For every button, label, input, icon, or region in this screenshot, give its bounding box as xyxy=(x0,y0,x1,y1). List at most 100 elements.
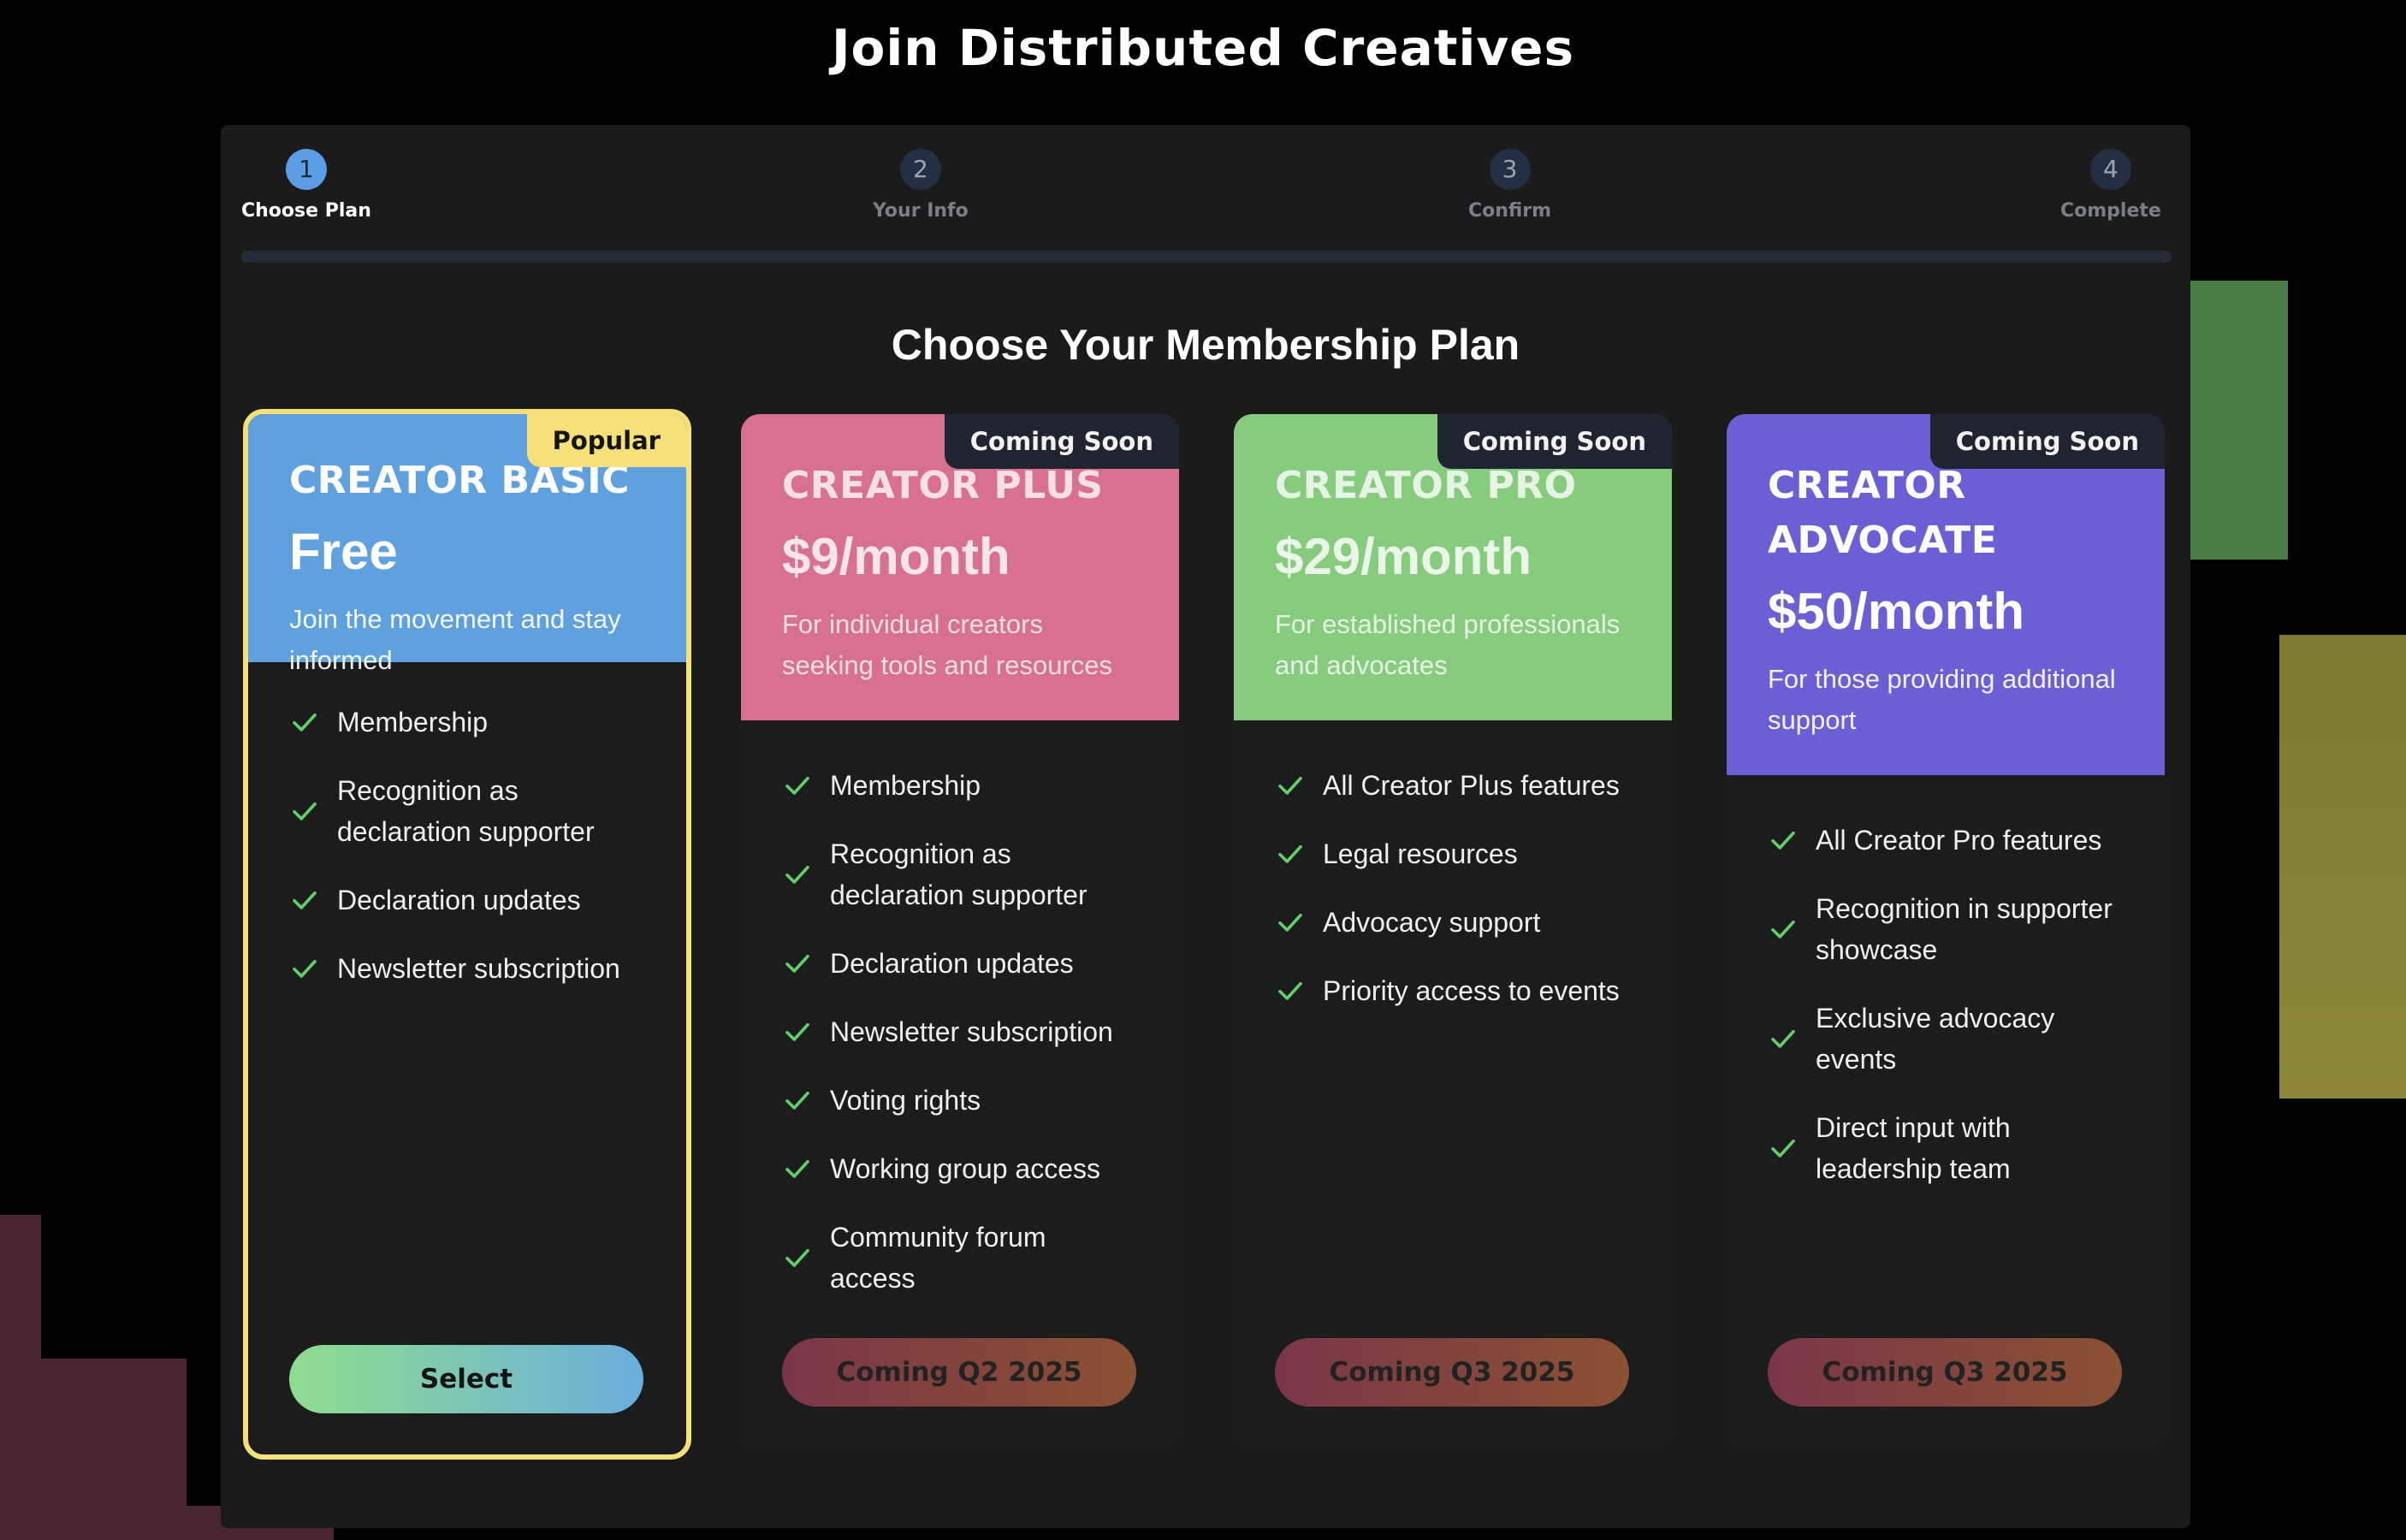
check-icon xyxy=(785,1248,809,1267)
feature-item: Recognition in supporter showcase xyxy=(1768,888,2124,970)
feature-item: Declaration updates xyxy=(289,880,645,921)
feature-item: Membership xyxy=(782,765,1138,806)
plan-price: $29/month xyxy=(1275,528,1532,585)
feature-item: Community forum access xyxy=(782,1217,1138,1299)
plan-description: For established professionals and advoca… xyxy=(1275,609,1621,680)
feature-text: Membership xyxy=(830,770,981,801)
feature-text: Membership xyxy=(337,707,489,737)
feature-text: Voting rights xyxy=(830,1085,981,1116)
signup-page: Join Distributed Creatives 1 Choose Plan… xyxy=(0,0,2406,1540)
check-icon xyxy=(1278,981,1302,1000)
step-number: 2 xyxy=(899,149,941,190)
feature-item: Newsletter subscription xyxy=(782,1011,1138,1052)
check-icon xyxy=(293,891,317,909)
check-icon xyxy=(1771,831,1795,850)
feature-item: Legal resources xyxy=(1275,833,1631,874)
feature-list: Membership Recognition as declaration sup… xyxy=(741,720,1179,1299)
plan-description: For those providing additional support xyxy=(1768,664,2116,735)
popular-badge: Popular xyxy=(526,414,686,467)
coming-soon-button: Coming Q2 2025 xyxy=(782,1338,1136,1407)
plan-card-creator-pro: Coming Soon CREATOR PRO $29/month For es… xyxy=(1234,414,1672,1448)
progress-track xyxy=(241,251,2172,263)
plan-card-header: Coming Soon CREATOR PRO $29/month For es… xyxy=(1234,414,1672,720)
feature-item: Direct input with leadership team xyxy=(1768,1107,2124,1189)
feature-text: Newsletter subscription xyxy=(830,1016,1113,1047)
feature-text: Recognition as declaration supporter xyxy=(337,775,595,847)
plan-card-creator-basic[interactable]: Popular CREATOR BASIC Free Join the move… xyxy=(243,409,691,1460)
check-icon xyxy=(293,959,317,978)
step-label: Choose Plan xyxy=(241,200,371,222)
feature-text: Advocacy support xyxy=(1323,907,1541,938)
check-icon xyxy=(785,1091,809,1110)
check-icon xyxy=(1771,1029,1795,1048)
stepper: 1 Choose Plan 2 Your Info 3 Confirm 4 Co… xyxy=(241,149,2172,252)
select-button[interactable]: Select xyxy=(289,1345,643,1413)
check-icon xyxy=(1771,920,1795,939)
feature-item: Membership xyxy=(289,702,645,743)
feature-item: Working group access xyxy=(782,1148,1138,1189)
feature-text: Community forum access xyxy=(830,1222,1046,1294)
decorative-block xyxy=(2279,635,2406,1099)
plan-price: $9/month xyxy=(782,528,1010,585)
check-icon xyxy=(785,776,809,795)
step-number: 1 xyxy=(285,149,327,190)
check-icon xyxy=(1278,913,1302,932)
feature-text: Newsletter subscription xyxy=(337,953,620,984)
feature-text: Declaration updates xyxy=(830,948,1074,979)
step-label: Your Info xyxy=(873,200,969,222)
coming-soon-badge: Coming Soon xyxy=(1437,414,1672,469)
plan-price: Free xyxy=(289,523,398,580)
coming-soon-badge: Coming Soon xyxy=(944,414,1179,469)
plan-card-header: Coming Soon CREATOR PLUS $9/month For in… xyxy=(741,414,1179,720)
page-title: Join Distributed Creatives xyxy=(831,19,1575,77)
feature-item: Declaration updates xyxy=(782,943,1138,984)
feature-text: All Creator Pro features xyxy=(1816,825,2102,856)
feature-text: Recognition as declaration supporter xyxy=(830,838,1087,910)
step-confirm[interactable]: 3 Confirm xyxy=(1468,149,1551,222)
feature-text: All Creator Plus features xyxy=(1323,770,1620,801)
feature-item: Recognition as declaration supporter xyxy=(289,770,645,852)
step-your-info[interactable]: 2 Your Info xyxy=(873,149,969,222)
plan-card-header: Popular CREATOR BASIC Free Join the move… xyxy=(248,414,686,675)
check-icon xyxy=(1278,844,1302,863)
plan-card-creator-advocate: Coming Soon CREATOR ADVOCATE $50/month F… xyxy=(1727,414,2165,1448)
step-number: 4 xyxy=(2089,149,2131,190)
signup-panel: 1 Choose Plan 2 Your Info 3 Confirm 4 Co… xyxy=(221,125,2190,1528)
feature-item: Exclusive advocacy events xyxy=(1768,998,2124,1080)
feature-item: Voting rights xyxy=(782,1080,1138,1121)
feature-text: Recognition in supporter showcase xyxy=(1816,893,2113,965)
check-icon xyxy=(293,802,317,820)
step-label: Complete xyxy=(2060,200,2161,222)
step-label: Confirm xyxy=(1468,200,1552,222)
feature-text: Declaration updates xyxy=(337,885,581,915)
feature-text: Legal resources xyxy=(1323,838,1518,869)
feature-item: All Creator Plus features xyxy=(1275,765,1631,806)
step-complete[interactable]: 4 Complete xyxy=(2060,149,2161,222)
step-choose-plan[interactable]: 1 Choose Plan xyxy=(241,149,371,222)
check-icon xyxy=(1771,1139,1795,1158)
feature-list: All Creator Pro features Recognition in s… xyxy=(1727,775,2165,1189)
plan-price: $50/month xyxy=(1768,583,2025,640)
plan-card-creator-plus: Coming Soon CREATOR PLUS $9/month For in… xyxy=(741,414,1179,1448)
check-icon xyxy=(785,1022,809,1041)
check-icon xyxy=(1278,776,1302,795)
feature-item: All Creator Pro features xyxy=(1768,820,2124,861)
check-icon xyxy=(785,865,809,884)
coming-soon-button: Coming Q3 2025 xyxy=(1768,1338,2122,1407)
check-icon xyxy=(785,954,809,973)
check-icon xyxy=(293,713,317,732)
plan-card-header: Coming Soon CREATOR ADVOCATE $50/month F… xyxy=(1727,414,2165,775)
feature-item: Priority access to events xyxy=(1275,970,1631,1011)
coming-soon-button: Coming Q3 2025 xyxy=(1275,1338,1629,1407)
feature-text: Working group access xyxy=(830,1153,1100,1184)
feature-item: Advocacy support xyxy=(1275,902,1631,943)
feature-item: Recognition as declaration supporter xyxy=(782,833,1138,915)
feature-list: All Creator Plus features Legal resources… xyxy=(1234,720,1672,1011)
decorative-block xyxy=(2184,281,2288,560)
feature-text: Direct input with leadership team xyxy=(1816,1112,2011,1184)
feature-item: Newsletter subscription xyxy=(289,948,645,989)
step-number: 3 xyxy=(1489,149,1531,190)
plan-name: CREATOR ADVOCATE xyxy=(1768,464,1998,562)
check-icon xyxy=(785,1159,809,1178)
feature-text: Exclusive advocacy events xyxy=(1816,1003,2055,1075)
